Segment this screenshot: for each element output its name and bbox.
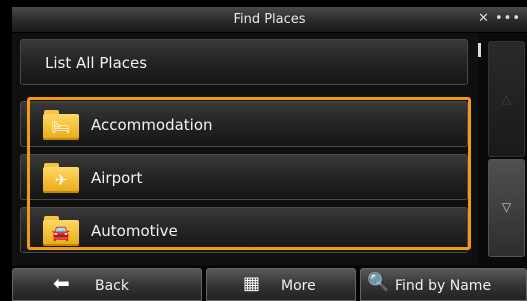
places-list: List All Places 🛏 Accommodation ✈ Airpor… xyxy=(12,33,478,265)
list-item-label: Accommodation xyxy=(91,116,213,134)
title-bar: Find Places ✕ ••• xyxy=(12,7,527,33)
search-icon: 🔍 xyxy=(367,272,390,293)
more-label: More xyxy=(281,278,316,294)
grid-icon: ▦ xyxy=(243,273,261,294)
back-label: Back xyxy=(95,278,129,294)
more-button[interactable]: ▦ More xyxy=(206,268,356,301)
list-item-label: Automotive xyxy=(91,222,178,240)
scroll-down-button[interactable]: ▽ xyxy=(488,159,525,257)
list-item-accommodation[interactable]: 🛏 Accommodation xyxy=(20,101,468,147)
bed-icon: 🛏 xyxy=(43,110,79,140)
status-icons: ✕ ••• xyxy=(477,11,521,26)
find-places-screen: Find Places ✕ ••• List All Places 🛏 Acco… xyxy=(12,7,527,301)
screen-title: Find Places xyxy=(233,12,306,27)
scroll-thumb[interactable] xyxy=(478,43,481,57)
car-icon: 🚘 xyxy=(43,216,79,246)
find-by-name-button[interactable]: 🔍 Find by Name xyxy=(360,268,527,301)
down-arrow-icon: ▽ xyxy=(501,200,512,214)
airplane-icon: ✈ xyxy=(43,163,79,193)
back-button[interactable]: ⬅ Back xyxy=(12,268,202,301)
scrollbar[interactable]: △ ▽ xyxy=(478,33,527,265)
bottom-toolbar: ⬅ Back ▦ More 🔍 Find by Name xyxy=(12,266,527,301)
list-item-airport[interactable]: ✈ Airport xyxy=(20,154,468,200)
list-all-places-button[interactable]: List All Places xyxy=(20,39,468,85)
scroll-up-button[interactable]: △ xyxy=(488,41,525,157)
list-item-label: List All Places xyxy=(45,54,148,72)
find-by-name-label: Find by Name xyxy=(395,278,492,294)
back-arrow-icon: ⬅ xyxy=(53,271,70,295)
list-item-automotive[interactable]: 🚘 Automotive xyxy=(20,207,468,253)
up-arrow-icon: △ xyxy=(501,92,512,106)
list-item-label: Airport xyxy=(91,169,143,187)
